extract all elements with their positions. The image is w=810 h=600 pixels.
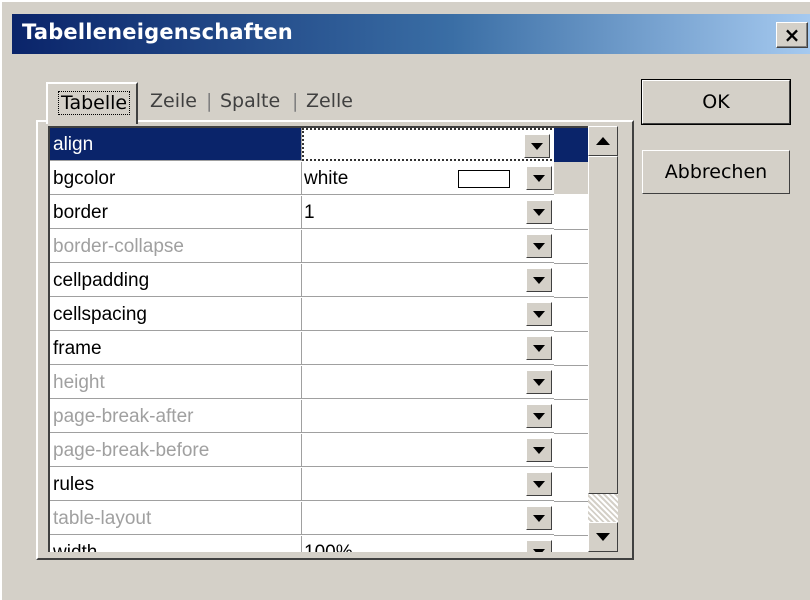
grid-side-column xyxy=(554,126,588,552)
property-name: page-break-before xyxy=(50,434,302,467)
property-name: page-break-after xyxy=(50,400,302,433)
color-swatch[interactable] xyxy=(458,170,510,188)
chevron-down-icon xyxy=(533,208,545,216)
property-value[interactable] xyxy=(302,298,554,331)
dialog-title: Tabelleneigenschaften xyxy=(22,20,293,44)
tab-zelle[interactable]: Zelle xyxy=(306,90,353,112)
property-name: bgcolor xyxy=(50,162,302,195)
property-name: cellspacing xyxy=(50,298,302,331)
property-name: frame xyxy=(50,332,302,365)
scrollbar-track[interactable] xyxy=(588,494,618,522)
property-row-align[interactable]: align xyxy=(50,128,554,162)
property-value[interactable]: white xyxy=(302,162,554,195)
property-value[interactable] xyxy=(302,366,554,399)
chevron-down-icon xyxy=(533,446,545,454)
property-name: border xyxy=(50,196,302,229)
dropdown-button[interactable] xyxy=(526,234,552,258)
property-name: border-collapse xyxy=(50,230,302,263)
ok-label: OK xyxy=(702,91,730,113)
scrollbar-thumb[interactable] xyxy=(588,156,618,494)
property-row-cellpadding[interactable]: cellpadding xyxy=(50,264,554,298)
property-row-table-layout[interactable]: table-layout xyxy=(50,502,554,536)
dropdown-button[interactable] xyxy=(526,268,552,292)
scroll-up-button[interactable] xyxy=(588,126,618,156)
property-row-border[interactable]: border 1 xyxy=(50,196,554,230)
tab-label: Tabelle xyxy=(58,91,131,115)
property-name: width xyxy=(50,536,302,552)
property-value-text: 1 xyxy=(304,202,315,223)
tab-separator: | xyxy=(292,90,299,112)
close-button[interactable]: × xyxy=(776,22,808,48)
property-name: rules xyxy=(50,468,302,501)
chevron-down-icon xyxy=(533,344,545,352)
property-value[interactable] xyxy=(302,264,554,297)
dropdown-button[interactable] xyxy=(524,134,550,158)
property-value[interactable] xyxy=(302,128,554,161)
chevron-down-icon xyxy=(533,412,545,420)
chevron-down-icon xyxy=(531,142,543,150)
property-name: table-layout xyxy=(50,502,302,535)
property-row-frame[interactable]: frame xyxy=(50,332,554,366)
property-value[interactable] xyxy=(302,468,554,501)
property-value-text: white xyxy=(304,168,349,189)
property-value[interactable] xyxy=(302,400,554,433)
dropdown-button[interactable] xyxy=(526,200,552,224)
tab-zeile[interactable]: Zeile xyxy=(150,90,197,112)
property-value[interactable]: 1 xyxy=(302,196,554,229)
property-row-width[interactable]: width 100% xyxy=(50,536,554,552)
property-row-rules[interactable]: rules xyxy=(50,468,554,502)
property-name: align xyxy=(50,128,302,161)
selected-row-marker xyxy=(554,128,588,162)
property-value[interactable] xyxy=(302,230,554,263)
close-icon: × xyxy=(783,23,801,47)
dropdown-button[interactable] xyxy=(526,438,552,462)
property-grid[interactable]: align bgcolor white border 1 border-coll… xyxy=(48,126,554,552)
dropdown-button[interactable] xyxy=(526,370,552,394)
tab-separator: | xyxy=(206,90,213,112)
property-value-text: 100% xyxy=(304,542,353,552)
chevron-down-icon xyxy=(533,480,545,488)
chevron-down-icon xyxy=(533,276,545,284)
vertical-scrollbar[interactable] xyxy=(588,126,618,552)
property-row-page-break-before[interactable]: page-break-before xyxy=(50,434,554,468)
property-value[interactable]: 100% xyxy=(302,536,554,552)
dropdown-button[interactable] xyxy=(526,404,552,428)
property-value[interactable] xyxy=(302,502,554,535)
dropdown-button[interactable] xyxy=(526,506,552,530)
scroll-down-button[interactable] xyxy=(588,522,618,552)
tab-tabelle[interactable]: Tabelle xyxy=(46,82,138,124)
tab-spalte[interactable]: Spalte xyxy=(220,90,280,112)
table-properties-dialog: Tabelleneigenschaften × Tabelle Zeile | … xyxy=(0,0,810,600)
chevron-down-icon xyxy=(533,378,545,386)
chevron-down-icon xyxy=(533,548,545,552)
chevron-down-icon xyxy=(533,242,545,250)
chevron-down-icon xyxy=(533,514,545,522)
property-row-page-break-after[interactable]: page-break-after xyxy=(50,400,554,434)
property-row-cellspacing[interactable]: cellspacing xyxy=(50,298,554,332)
dropdown-button[interactable] xyxy=(526,540,552,552)
property-name: height xyxy=(50,366,302,399)
cancel-label: Abbrechen xyxy=(664,161,768,183)
dropdown-button[interactable] xyxy=(526,336,552,360)
property-row-border-collapse[interactable]: border-collapse xyxy=(50,230,554,264)
property-value[interactable] xyxy=(302,434,554,467)
dropdown-button[interactable] xyxy=(526,302,552,326)
property-row-bgcolor[interactable]: bgcolor white xyxy=(50,162,554,196)
property-name: cellpadding xyxy=(50,264,302,297)
property-value[interactable] xyxy=(302,332,554,365)
cancel-button[interactable]: Abbrechen xyxy=(642,150,790,194)
ok-button[interactable]: OK xyxy=(641,79,791,125)
property-row-height[interactable]: height xyxy=(50,366,554,400)
arrow-up-icon xyxy=(596,137,610,145)
dropdown-button[interactable] xyxy=(526,166,552,190)
chevron-down-icon xyxy=(533,174,545,182)
title-bar[interactable]: Tabelleneigenschaften × xyxy=(12,14,810,54)
row-header-cell xyxy=(554,162,588,194)
chevron-down-icon xyxy=(533,310,545,318)
dropdown-button[interactable] xyxy=(526,472,552,496)
arrow-down-icon xyxy=(596,533,610,541)
